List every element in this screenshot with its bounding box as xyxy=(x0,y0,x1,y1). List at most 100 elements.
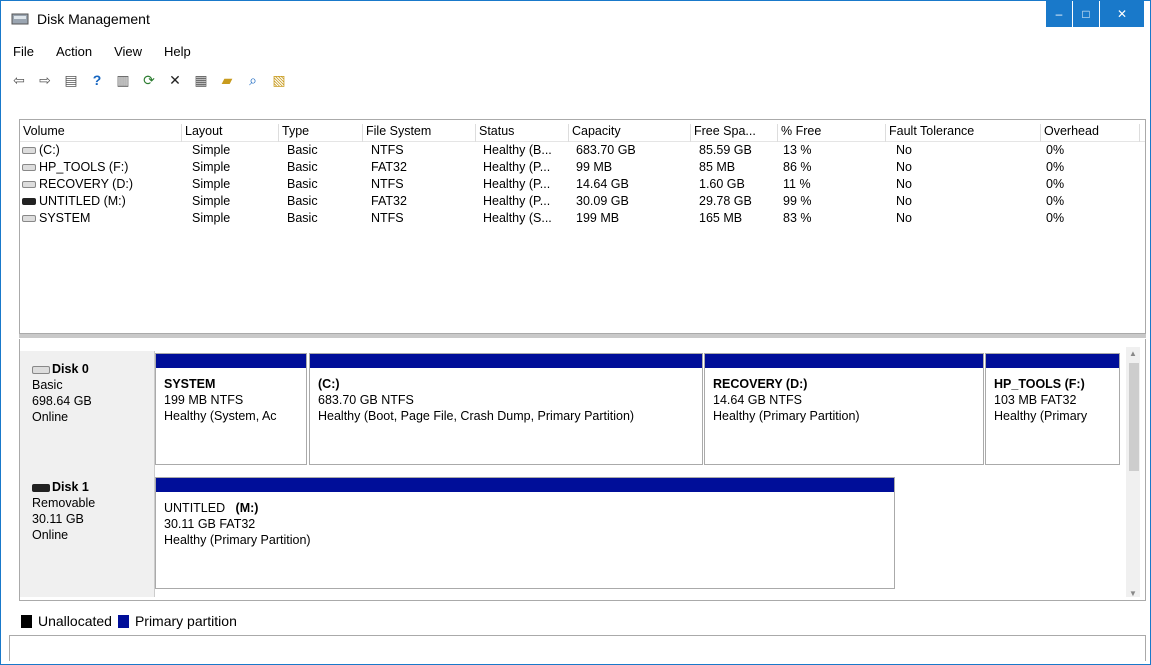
window-controls: – □ ✕ xyxy=(1046,1,1144,27)
back-icon[interactable]: ⇦ xyxy=(9,70,29,90)
show-hide-console-tree-icon[interactable]: ▤ xyxy=(61,70,81,90)
partition-name: UNTITLED xyxy=(164,501,226,515)
volume-table: Volume Layout Type File System Status Ca… xyxy=(20,120,1145,227)
partition-bar xyxy=(156,478,894,492)
menu-view[interactable]: View xyxy=(110,43,146,63)
overhead-cell: 0% xyxy=(1046,177,1065,191)
volume-name: RECOVERY (D:) xyxy=(39,177,134,191)
legend: Unallocated Primary partition xyxy=(21,611,237,631)
settings-icon[interactable]: ▧ xyxy=(269,70,289,90)
partition-untitled[interactable]: UNTITLED (M:) 30.11 GB FAT32 Healthy (Pr… xyxy=(155,477,895,589)
disk-kind: Basic xyxy=(32,378,63,392)
refresh-icon[interactable]: ⟳ xyxy=(139,70,159,90)
free-cell: 29.78 GB xyxy=(699,194,752,208)
col-status[interactable]: Status xyxy=(476,124,569,142)
table-row[interactable]: (C:) Simple Basic NTFS Healthy (B... 683… xyxy=(20,142,1145,159)
volume-name: SYSTEM xyxy=(39,211,91,225)
explore-icon[interactable]: ⌕ xyxy=(243,70,263,90)
fs-cell: NTFS xyxy=(371,143,404,157)
partition-recovery[interactable]: RECOVERY (D:) 14.64 GB NTFS Healthy (Pri… xyxy=(704,353,984,465)
col-overhead[interactable]: Overhead xyxy=(1041,124,1140,142)
disk-1-label[interactable]: Disk 1 Removable 30.11 GB Online xyxy=(20,469,155,597)
title-bar[interactable]: Disk Management – □ ✕ xyxy=(1,1,1150,37)
window-title: Disk Management xyxy=(37,11,150,27)
overhead-cell: 0% xyxy=(1046,211,1065,225)
status-cell: Healthy (S... xyxy=(483,211,552,225)
disk-0-label[interactable]: Disk 0 Basic 698.64 GB Online xyxy=(20,351,155,471)
partition-health: Healthy (Primary Partition) xyxy=(164,533,311,547)
fs-cell: NTFS xyxy=(371,211,404,225)
maximize-button[interactable]: □ xyxy=(1073,1,1099,27)
col-type[interactable]: Type xyxy=(279,124,363,142)
partition-bar xyxy=(156,354,306,368)
col-capacity[interactable]: Capacity xyxy=(569,124,691,142)
col-free-space[interactable]: Free Spa... xyxy=(691,124,778,142)
minimize-button[interactable]: – xyxy=(1046,1,1072,27)
properties-icon[interactable]: ▦ xyxy=(191,70,211,90)
forward-icon[interactable]: ⇨ xyxy=(35,70,55,90)
legend-unallocated: Unallocated xyxy=(38,613,112,629)
scrollbar-thumb[interactable] xyxy=(1129,363,1139,471)
partition-system[interactable]: SYSTEM 199 MB NTFS Healthy (System, Ac xyxy=(155,353,307,465)
pct-free-cell: 99 % xyxy=(783,194,812,208)
properties-list-icon[interactable]: ▥ xyxy=(113,70,133,90)
col-fault-tolerance[interactable]: Fault Tolerance xyxy=(886,124,1041,142)
disk-management-app-icon xyxy=(11,13,29,25)
scroll-up-icon[interactable]: ▲ xyxy=(1129,349,1137,358)
partition-health: Healthy (Boot, Page File, Crash Dump, Pr… xyxy=(318,409,635,423)
capacity-cell: 99 MB xyxy=(576,160,613,174)
capacity-cell: 14.64 GB xyxy=(576,177,629,191)
removable-drive-icon xyxy=(22,198,36,206)
scroll-down-icon[interactable]: ▼ xyxy=(1129,589,1137,598)
col-file-system[interactable]: File System xyxy=(363,124,476,142)
disk-icon xyxy=(32,365,50,374)
free-cell: 85.59 GB xyxy=(699,143,752,157)
capacity-cell: 30.09 GB xyxy=(576,194,629,208)
table-row[interactable]: SYSTEM Simple Basic NTFS Healthy (S... 1… xyxy=(20,210,1145,227)
menu-file[interactable]: File xyxy=(9,43,38,63)
fault-cell: No xyxy=(896,194,912,208)
disk-size: 698.64 GB xyxy=(32,394,92,408)
table-row[interactable]: RECOVERY (D:) Simple Basic NTFS Healthy … xyxy=(20,176,1145,193)
partition-drive-letter: (M:) xyxy=(235,501,259,515)
open-icon[interactable]: ▰ xyxy=(217,70,237,90)
menu-help[interactable]: Help xyxy=(160,43,195,63)
volume-name: UNTITLED (M:) xyxy=(39,194,126,208)
table-row[interactable]: HP_TOOLS (F:) Simple Basic FAT32 Healthy… xyxy=(20,159,1145,176)
volume-list-pane: Volume Layout Type File System Status Ca… xyxy=(19,119,1146,334)
removable-disk-icon xyxy=(32,483,50,492)
menu-action[interactable]: Action xyxy=(52,43,96,63)
status-cell: Healthy (P... xyxy=(483,194,551,208)
status-cell: Healthy (B... xyxy=(483,143,552,157)
partition-detail: 14.64 GB NTFS xyxy=(713,393,802,407)
disk-name: Disk 0 xyxy=(52,362,89,376)
col-volume[interactable]: Volume xyxy=(20,124,182,142)
layout-cell: Simple xyxy=(192,160,231,174)
pct-free-cell: 83 % xyxy=(783,211,812,225)
help-icon[interactable]: ? xyxy=(87,70,107,90)
fs-cell: FAT32 xyxy=(371,160,407,174)
col-layout[interactable]: Layout xyxy=(182,124,279,142)
type-cell: Basic xyxy=(287,194,318,208)
capacity-cell: 199 MB xyxy=(576,211,620,225)
table-row[interactable]: UNTITLED (M:) Simple Basic FAT32 Healthy… xyxy=(20,193,1145,210)
disk-state: Online xyxy=(32,528,69,542)
col-percent-free[interactable]: % Free xyxy=(778,124,886,142)
drive-icon xyxy=(22,215,36,223)
partition-detail: 30.11 GB FAT32 xyxy=(164,517,256,531)
partition-bar xyxy=(705,354,983,368)
partition-name: SYSTEM xyxy=(164,377,216,391)
status-cell: Healthy (P... xyxy=(483,160,551,174)
pct-free-cell: 86 % xyxy=(783,160,812,174)
unallocated-swatch xyxy=(21,614,32,628)
close-button[interactable]: ✕ xyxy=(1100,1,1144,27)
layout-cell: Simple xyxy=(192,143,231,157)
partition-health: Healthy (System, Ac xyxy=(164,409,277,423)
pane-splitter[interactable] xyxy=(19,334,1146,338)
partition-bar xyxy=(986,354,1119,368)
partition-hp-tools[interactable]: HP_TOOLS (F:) 103 MB FAT32 Healthy (Prim… xyxy=(985,353,1120,465)
fs-cell: NTFS xyxy=(371,177,404,191)
delete-icon[interactable]: ✕ xyxy=(165,70,185,90)
partition-name: RECOVERY (D:) xyxy=(713,377,808,391)
partition-c[interactable]: (C:) 683.70 GB NTFS Healthy (Boot, Page … xyxy=(309,353,703,465)
